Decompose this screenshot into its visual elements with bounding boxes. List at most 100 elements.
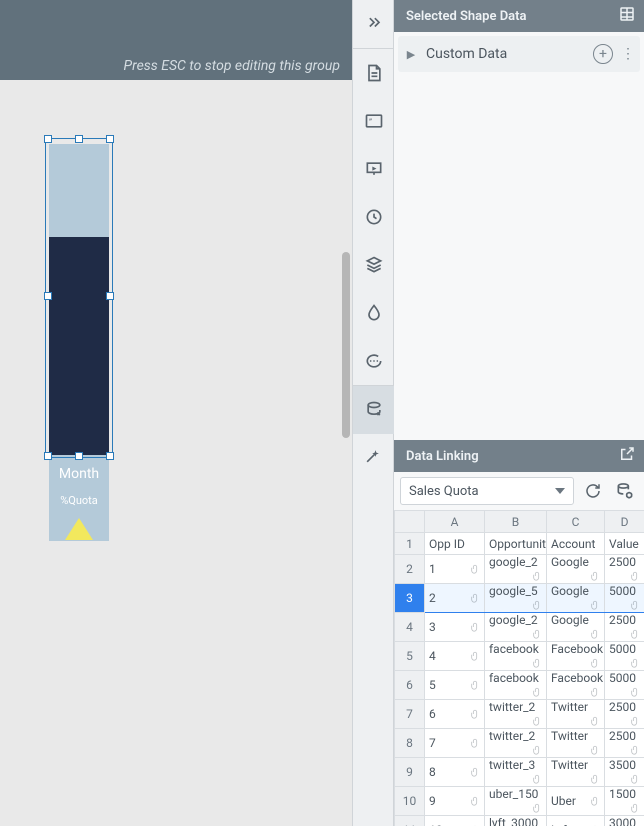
bar-segment-top[interactable] — [49, 144, 109, 237]
col-header-d[interactable]: D — [605, 511, 644, 533]
cell[interactable]: 4 — [425, 642, 485, 671]
table-row[interactable]: 65facebookFacebook5000 — [395, 671, 644, 700]
custom-data-menu-icon[interactable]: ⋮ — [621, 46, 634, 62]
cell[interactable]: 10 — [425, 816, 485, 826]
table-row[interactable]: 32google_5Google5000 — [395, 584, 644, 613]
cell[interactable]: facebook — [485, 671, 547, 700]
cell[interactable]: Account — [547, 533, 605, 555]
row-number[interactable]: 2 — [395, 555, 425, 584]
resize-handle-e[interactable] — [106, 292, 114, 300]
table-row[interactable]: 76twitter_2Twitter2500 — [395, 700, 644, 729]
resize-handle-n[interactable] — [75, 135, 83, 143]
cell[interactable]: 9 — [425, 787, 485, 816]
cell[interactable]: 3 — [425, 613, 485, 642]
cell[interactable]: 8 — [425, 758, 485, 787]
refresh-button[interactable] — [580, 478, 606, 504]
cell[interactable]: Google — [547, 613, 605, 642]
row-number[interactable]: 9 — [395, 758, 425, 787]
comments-panel-button[interactable] — [353, 337, 395, 385]
history-panel-button[interactable] — [353, 193, 395, 241]
row-number[interactable]: 8 — [395, 729, 425, 758]
corner-cell[interactable] — [395, 511, 425, 533]
resize-handle-se[interactable] — [106, 452, 114, 460]
canvas[interactable]: Month %Quota — [0, 80, 352, 816]
cell[interactable]: 5000 — [605, 642, 644, 671]
canvas-scrollbar[interactable] — [342, 252, 350, 438]
cell[interactable]: 2500 — [605, 700, 644, 729]
cell[interactable]: google_2 — [485, 555, 547, 584]
cell[interactable]: Uber — [547, 787, 605, 816]
data-source-select[interactable]: Sales Quota — [400, 477, 574, 505]
resize-handle-w[interactable] — [44, 292, 52, 300]
cell[interactable]: twitter_2 — [485, 729, 547, 758]
add-custom-data-button[interactable]: + — [593, 44, 613, 64]
table-row[interactable]: 54facebookFacebook5000 — [395, 642, 644, 671]
cell[interactable]: 3000 — [605, 816, 644, 826]
cell[interactable]: Twitter — [547, 758, 605, 787]
cell[interactable]: Google — [547, 584, 605, 613]
open-external-icon[interactable] — [618, 445, 636, 467]
cell[interactable]: Lyft — [547, 816, 605, 826]
data-linking-wand-button[interactable] — [352, 440, 394, 472]
cell[interactable]: 5000 — [605, 671, 644, 700]
cell[interactable]: 1500 — [605, 787, 644, 816]
table-row[interactable]: 98twitter_3Twitter3500 — [395, 758, 644, 787]
cell[interactable]: Facebook — [547, 671, 605, 700]
table-row[interactable]: 21google_2Google2500 — [395, 555, 644, 584]
cell[interactable]: 3500 — [605, 758, 644, 787]
cell[interactable]: 2 — [425, 584, 485, 613]
cell[interactable]: Opportunity — [485, 533, 547, 555]
table-row[interactable]: 43google_2Google2500 — [395, 613, 644, 642]
cell[interactable]: 6 — [425, 700, 485, 729]
cell[interactable]: Value — [605, 533, 644, 555]
cell[interactable]: 2500 — [605, 729, 644, 758]
cell[interactable]: google_2 — [485, 613, 547, 642]
cell[interactable]: 5 — [425, 671, 485, 700]
table-row[interactable]: 109uber_150Uber1500 — [395, 787, 644, 816]
present-panel-button[interactable] — [353, 145, 395, 193]
cell[interactable]: Facebook — [547, 642, 605, 671]
data-settings-button[interactable] — [612, 478, 638, 504]
cell[interactable]: twitter_3 — [485, 758, 547, 787]
row-number[interactable]: 11 — [395, 816, 425, 826]
cell[interactable]: google_5 — [485, 584, 547, 613]
custom-data-section[interactable]: ▶ Custom Data + ⋮ — [398, 36, 640, 72]
cell[interactable]: facebook — [485, 642, 547, 671]
row-number[interactable]: 4 — [395, 613, 425, 642]
quote-panel-button[interactable]: ” — [353, 97, 395, 145]
col-header-c[interactable]: C — [547, 511, 605, 533]
data-table[interactable]: A B C D 1Opp IDOpportunityAccountValue21… — [394, 510, 644, 826]
data-panel-button[interactable] — [353, 386, 395, 434]
resize-handle-ne[interactable] — [106, 135, 114, 143]
shape-data-grid-icon[interactable] — [618, 5, 636, 27]
row-number[interactable]: 3 — [395, 584, 425, 613]
resize-handle-nw[interactable] — [44, 135, 52, 143]
cell[interactable]: twitter_2 — [485, 700, 547, 729]
row-number[interactable]: 5 — [395, 642, 425, 671]
row-number[interactable]: 6 — [395, 671, 425, 700]
table-row[interactable]: 1Opp IDOpportunityAccountValue — [395, 533, 644, 555]
cell[interactable]: 1 — [425, 555, 485, 584]
row-number[interactable]: 10 — [395, 787, 425, 816]
table-row[interactable]: 1110lyft_3000Lyft3000 — [395, 816, 644, 826]
cell[interactable]: 7 — [425, 729, 485, 758]
cell[interactable]: Twitter — [547, 729, 605, 758]
row-number[interactable]: 7 — [395, 700, 425, 729]
layers-panel-button[interactable] — [353, 241, 395, 289]
cell[interactable]: Opp ID — [425, 533, 485, 555]
column-header-row[interactable]: A B C D — [395, 511, 644, 533]
table-row[interactable]: 87twitter_2Twitter2500 — [395, 729, 644, 758]
col-header-a[interactable]: A — [425, 511, 485, 533]
bar-segment-middle[interactable] — [49, 237, 109, 455]
triangle-marker-icon[interactable] — [65, 518, 93, 540]
notes-panel-button[interactable] — [353, 49, 395, 97]
collapse-panel-button[interactable] — [353, 0, 395, 48]
cell[interactable]: Twitter — [547, 700, 605, 729]
cell[interactable]: uber_150 — [485, 787, 547, 816]
selected-shape-group[interactable]: Month %Quota — [49, 140, 109, 541]
row-number[interactable]: 1 — [395, 533, 425, 555]
col-header-b[interactable]: B — [485, 511, 547, 533]
cell[interactable]: 2500 — [605, 613, 644, 642]
cell[interactable]: lyft_3000 — [485, 816, 547, 826]
cell[interactable]: Google — [547, 555, 605, 584]
